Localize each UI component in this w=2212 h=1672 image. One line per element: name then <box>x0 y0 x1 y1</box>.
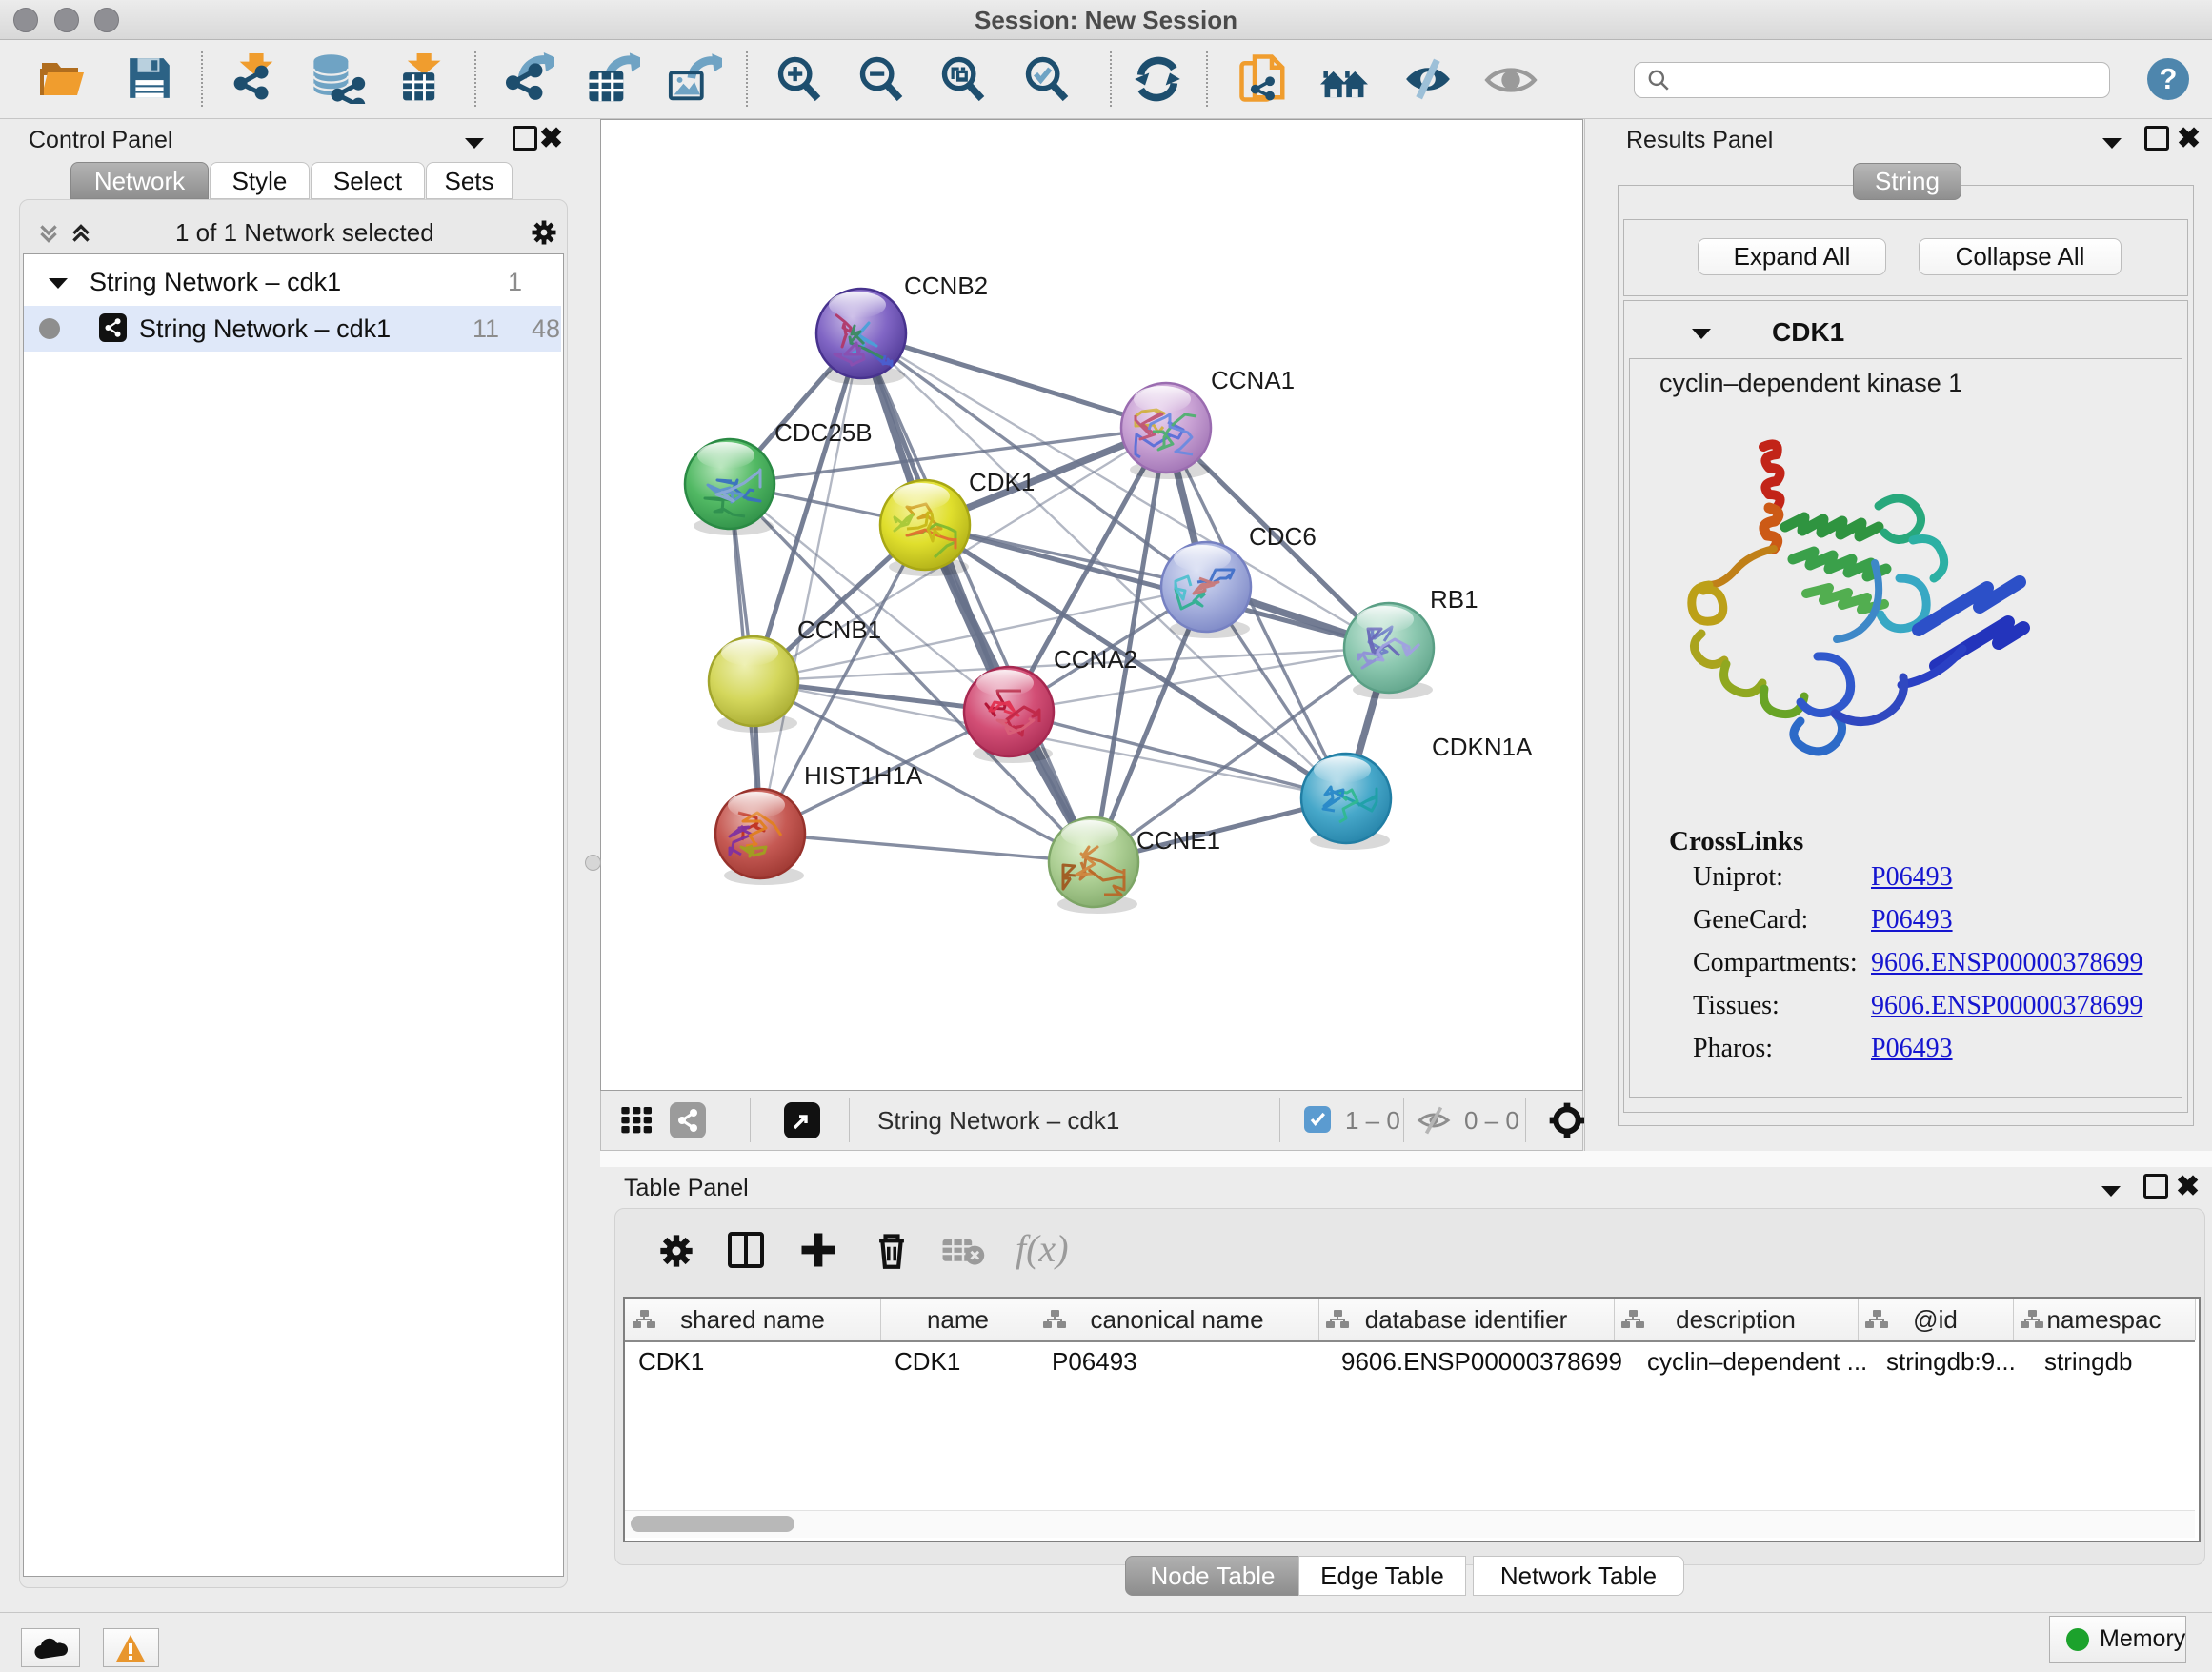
svg-text:CDC6: CDC6 <box>1249 522 1317 551</box>
svg-text:CCNB1: CCNB1 <box>797 615 881 644</box>
svg-text:CDC25B: CDC25B <box>774 418 873 447</box>
svg-text:HIST1H1A: HIST1H1A <box>804 761 923 790</box>
svg-text:CCNE1: CCNE1 <box>1136 826 1220 855</box>
svg-text:CDK1: CDK1 <box>969 468 1035 496</box>
svg-text:CCNB2: CCNB2 <box>904 272 988 300</box>
svg-text:RB1: RB1 <box>1430 585 1478 614</box>
svg-text:CCNA1: CCNA1 <box>1211 366 1295 394</box>
svg-text:CCNA2: CCNA2 <box>1054 645 1137 674</box>
svg-text:CDKN1A: CDKN1A <box>1432 733 1533 761</box>
